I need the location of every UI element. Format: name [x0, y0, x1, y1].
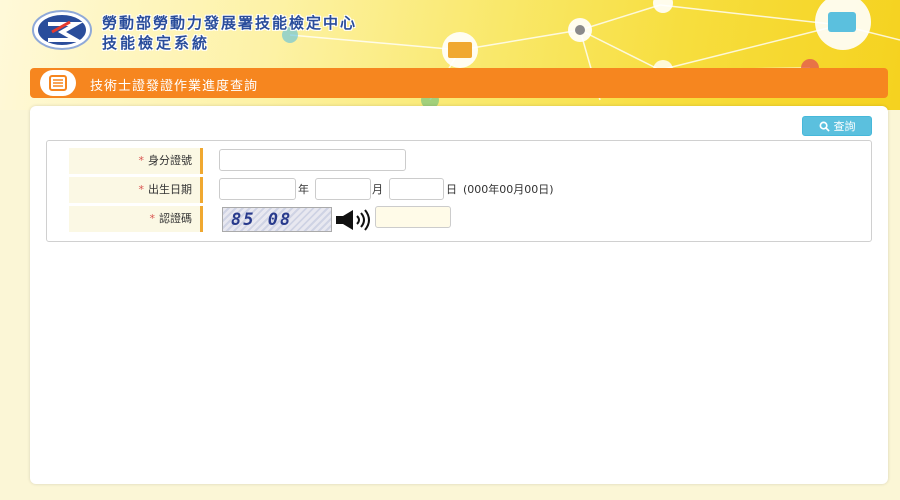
- birth-month-input[interactable]: [315, 178, 371, 200]
- required-mark: *: [149, 212, 156, 225]
- org-title: 勞動部勞動力發展署技能檢定中心: [102, 14, 358, 32]
- birth-year-input[interactable]: [219, 178, 296, 200]
- captcha-image: 85 08: [222, 207, 332, 232]
- id-number-label: 身分證號: [148, 154, 192, 167]
- query-button[interactable]: 查詢: [802, 116, 872, 136]
- captcha-row: * 認證碼 85 08: [69, 206, 869, 232]
- page-banner: 技術士證發證作業進度查詢: [30, 68, 888, 98]
- captcha-label: 認證碼: [159, 212, 192, 225]
- system-title: 技能檢定系統: [102, 34, 211, 52]
- query-button-label: 查詢: [833, 120, 856, 133]
- search-icon: [819, 121, 830, 132]
- id-number-label-cell: * 身分證號: [69, 148, 203, 174]
- required-mark: *: [138, 154, 145, 167]
- year-unit: 年: [298, 183, 309, 196]
- query-form: * 身分證號 * 出生日期 年 月 日 (000年00月00日) * 認證碼 85 0…: [46, 140, 872, 242]
- day-unit: 日: [446, 183, 457, 196]
- month-unit: 月: [372, 183, 383, 196]
- captcha-label-cell: * 認證碼: [69, 206, 203, 232]
- page-title: 技術士證發證作業進度查詢: [90, 79, 259, 94]
- id-number-input[interactable]: [219, 149, 406, 171]
- speaker-icon[interactable]: [335, 209, 375, 231]
- date-format-hint: (000年00月00日): [463, 183, 554, 196]
- required-mark: *: [138, 183, 145, 196]
- id-number-row: * 身分證號: [69, 148, 869, 174]
- birth-date-label-cell: * 出生日期: [69, 177, 203, 203]
- main-panel: 查詢 * 身分證號 * 出生日期 年 月 日 (000年00月00日) * 認證碼: [30, 106, 888, 484]
- birth-date-label: 出生日期: [148, 183, 192, 196]
- agency-logo: [32, 10, 92, 50]
- birth-day-input[interactable]: [389, 178, 444, 200]
- captcha-input[interactable]: [375, 206, 451, 228]
- list-doc-icon: [40, 70, 76, 96]
- birth-date-row: * 出生日期 年 月 日 (000年00月00日): [69, 177, 869, 203]
